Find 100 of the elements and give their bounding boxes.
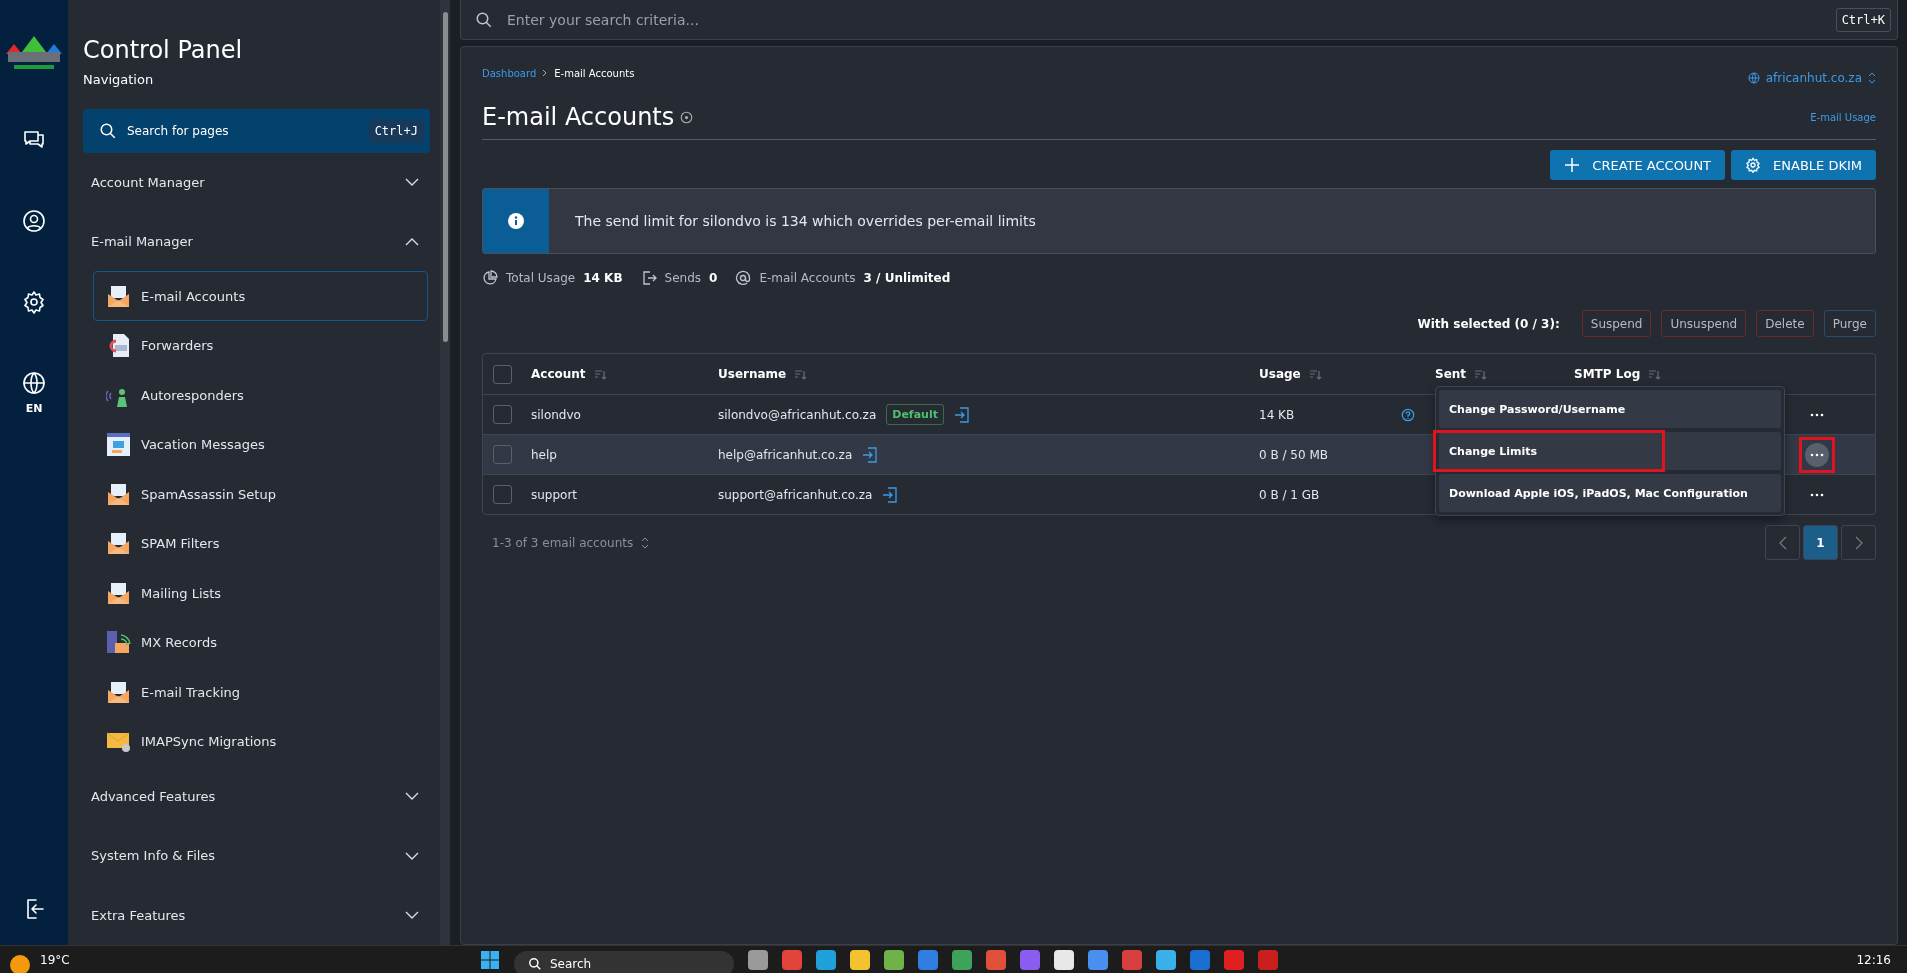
sort-icon[interactable] [794, 368, 808, 380]
nav-item[interactable]: Forwarders [93, 320, 428, 371]
envelope-icon [106, 481, 131, 507]
plus-icon [1564, 157, 1581, 173]
globe-icon [1747, 72, 1760, 84]
bulk-action-button[interactable]: Delete [1756, 310, 1814, 337]
language-label[interactable]: EN [25, 402, 43, 415]
column-header[interactable]: Username [718, 367, 787, 381]
app-icon[interactable] [884, 949, 904, 970]
clock[interactable]: 12:16 [1856, 952, 1891, 967]
windows-icon[interactable] [480, 949, 500, 970]
bulk-action-button[interactable]: Unsuspend [1661, 310, 1747, 337]
nav-item[interactable]: Vacation Messages [93, 420, 428, 470]
nav-section-header[interactable]: Extra Features [83, 885, 430, 945]
sort-icon[interactable] [1648, 368, 1662, 380]
nav-item[interactable]: E-mail Accounts [93, 271, 428, 321]
select-all-checkbox[interactable] [493, 364, 512, 384]
panel-title: Control Panel [83, 36, 244, 64]
nav-section-header[interactable]: E-mail Manager [83, 212, 430, 272]
breadcrumb-link[interactable]: Dashboard [482, 67, 537, 79]
nav-item[interactable]: IMAPSync Migrations [93, 717, 428, 767]
page-search-field[interactable]: Search for pages Ctrl+J [83, 109, 430, 153]
search-icon [99, 121, 117, 140]
user-icon[interactable] [22, 209, 46, 233]
calendar-icon [106, 432, 131, 458]
search-icon [475, 10, 493, 29]
sort-arrows-icon [1868, 72, 1876, 84]
domain-selector[interactable]: africanhut.co.za [1747, 71, 1876, 85]
column-header[interactable]: Account [531, 367, 586, 381]
table-cell: help [531, 447, 557, 462]
menu-item[interactable]: Change Limits [1439, 432, 1781, 470]
notice-text: The send limit for silondvo is 134 which overrides per-email limits [575, 213, 1036, 229]
sort-icon[interactable] [1308, 368, 1322, 380]
envelope-icon [106, 679, 131, 705]
server-icon [106, 630, 131, 656]
stat-label: E-mail Accounts [759, 271, 856, 285]
nav-section-header[interactable]: Account Manager [83, 152, 430, 212]
usage-link[interactable]: E-mail Usage [1810, 111, 1876, 123]
column-header[interactable]: Usage [1259, 367, 1301, 381]
login-icon[interactable] [862, 446, 879, 463]
nav-item[interactable]: Mailing Lists [93, 568, 428, 619]
column-header[interactable]: SMTP Log [1574, 367, 1641, 381]
chevron-left-icon [1778, 535, 1787, 550]
row-count: 1-3 of 3 email accounts [492, 535, 634, 550]
dkim-button[interactable]: ENABLE DKIM [1731, 150, 1876, 180]
envelope-icon [106, 531, 131, 557]
table-cell-text: 14 KB [1259, 407, 1296, 422]
login-icon[interactable] [953, 406, 970, 423]
chevron-right-icon [1854, 535, 1863, 550]
pie-chart-icon [482, 270, 498, 286]
nav-item[interactable]: SPAM Filters [93, 519, 428, 569]
menu-item[interactable]: Download Apple iOS, iPadOS, Mac Configuration [1439, 474, 1781, 512]
taskbar-search[interactable]: Search [514, 950, 734, 973]
sun-icon[interactable] [10, 954, 30, 973]
app-icon[interactable] [1054, 949, 1074, 970]
more-icon [1810, 412, 1824, 417]
table-cell: support@africanhut.co.za [718, 487, 873, 502]
panel-subtitle: Navigation [83, 72, 155, 87]
bulk-actions-label: With selected (0 / 3): [1417, 316, 1560, 331]
section-label: E-mail Manager [91, 234, 193, 250]
app-icon[interactable] [748, 949, 768, 970]
page-title: E-mail Accounts [482, 103, 675, 131]
column-header[interactable]: Sent [1435, 367, 1467, 381]
nav-item[interactable]: SpamAssassin Setup [93, 469, 428, 520]
table-cell: silondvo@africanhut.co.za [718, 407, 877, 422]
app-icon[interactable] [1156, 949, 1176, 970]
bulk-action-button[interactable]: Purge [1823, 310, 1876, 337]
nav-section-header[interactable]: Advanced Features [83, 766, 430, 827]
search-field[interactable]: Enter your search criteria... Ctrl+K [460, 0, 1898, 40]
app-icon[interactable] [816, 949, 836, 970]
nav-item[interactable]: MX Records [93, 618, 428, 668]
menu-item[interactable]: Change Password/Username [1439, 390, 1781, 428]
scrollbar-thumb[interactable] [442, 12, 448, 342]
sort-icon[interactable] [593, 368, 607, 380]
row-checkbox[interactable] [493, 405, 512, 424]
nav-item[interactable]: E-mail Tracking [93, 667, 428, 718]
envelope-icon [106, 283, 131, 309]
login-icon[interactable] [882, 486, 899, 503]
create-button[interactable]: CREATE ACCOUNT [1550, 150, 1726, 180]
stat-label: Total Usage [506, 271, 576, 285]
weather-temperature[interactable]: 19°C [40, 952, 70, 967]
page-button[interactable]: 1 [1803, 525, 1838, 560]
sort-arrows-icon[interactable] [641, 536, 650, 549]
bulk-action-button[interactable]: Suspend [1581, 310, 1652, 337]
settings-icon[interactable] [22, 290, 46, 314]
globe-icon[interactable] [22, 371, 46, 395]
more-icon [1810, 452, 1824, 457]
app-icon[interactable] [850, 949, 870, 970]
envelope-icon [106, 580, 131, 606]
stat-value: 0 [709, 271, 718, 285]
row-checkbox[interactable] [493, 485, 512, 504]
nav-section-header[interactable]: System Info & Files [83, 826, 430, 886]
section-label: Extra Features [91, 907, 186, 923]
nav-item[interactable]: Autoresponders [93, 370, 428, 420]
row-checkbox[interactable] [493, 445, 512, 464]
more-button[interactable] [1805, 442, 1829, 467]
info-icon [507, 212, 525, 230]
table-cell: support [531, 487, 578, 502]
section-label: System Info & Files [91, 848, 216, 864]
sort-icon[interactable] [1474, 368, 1488, 380]
